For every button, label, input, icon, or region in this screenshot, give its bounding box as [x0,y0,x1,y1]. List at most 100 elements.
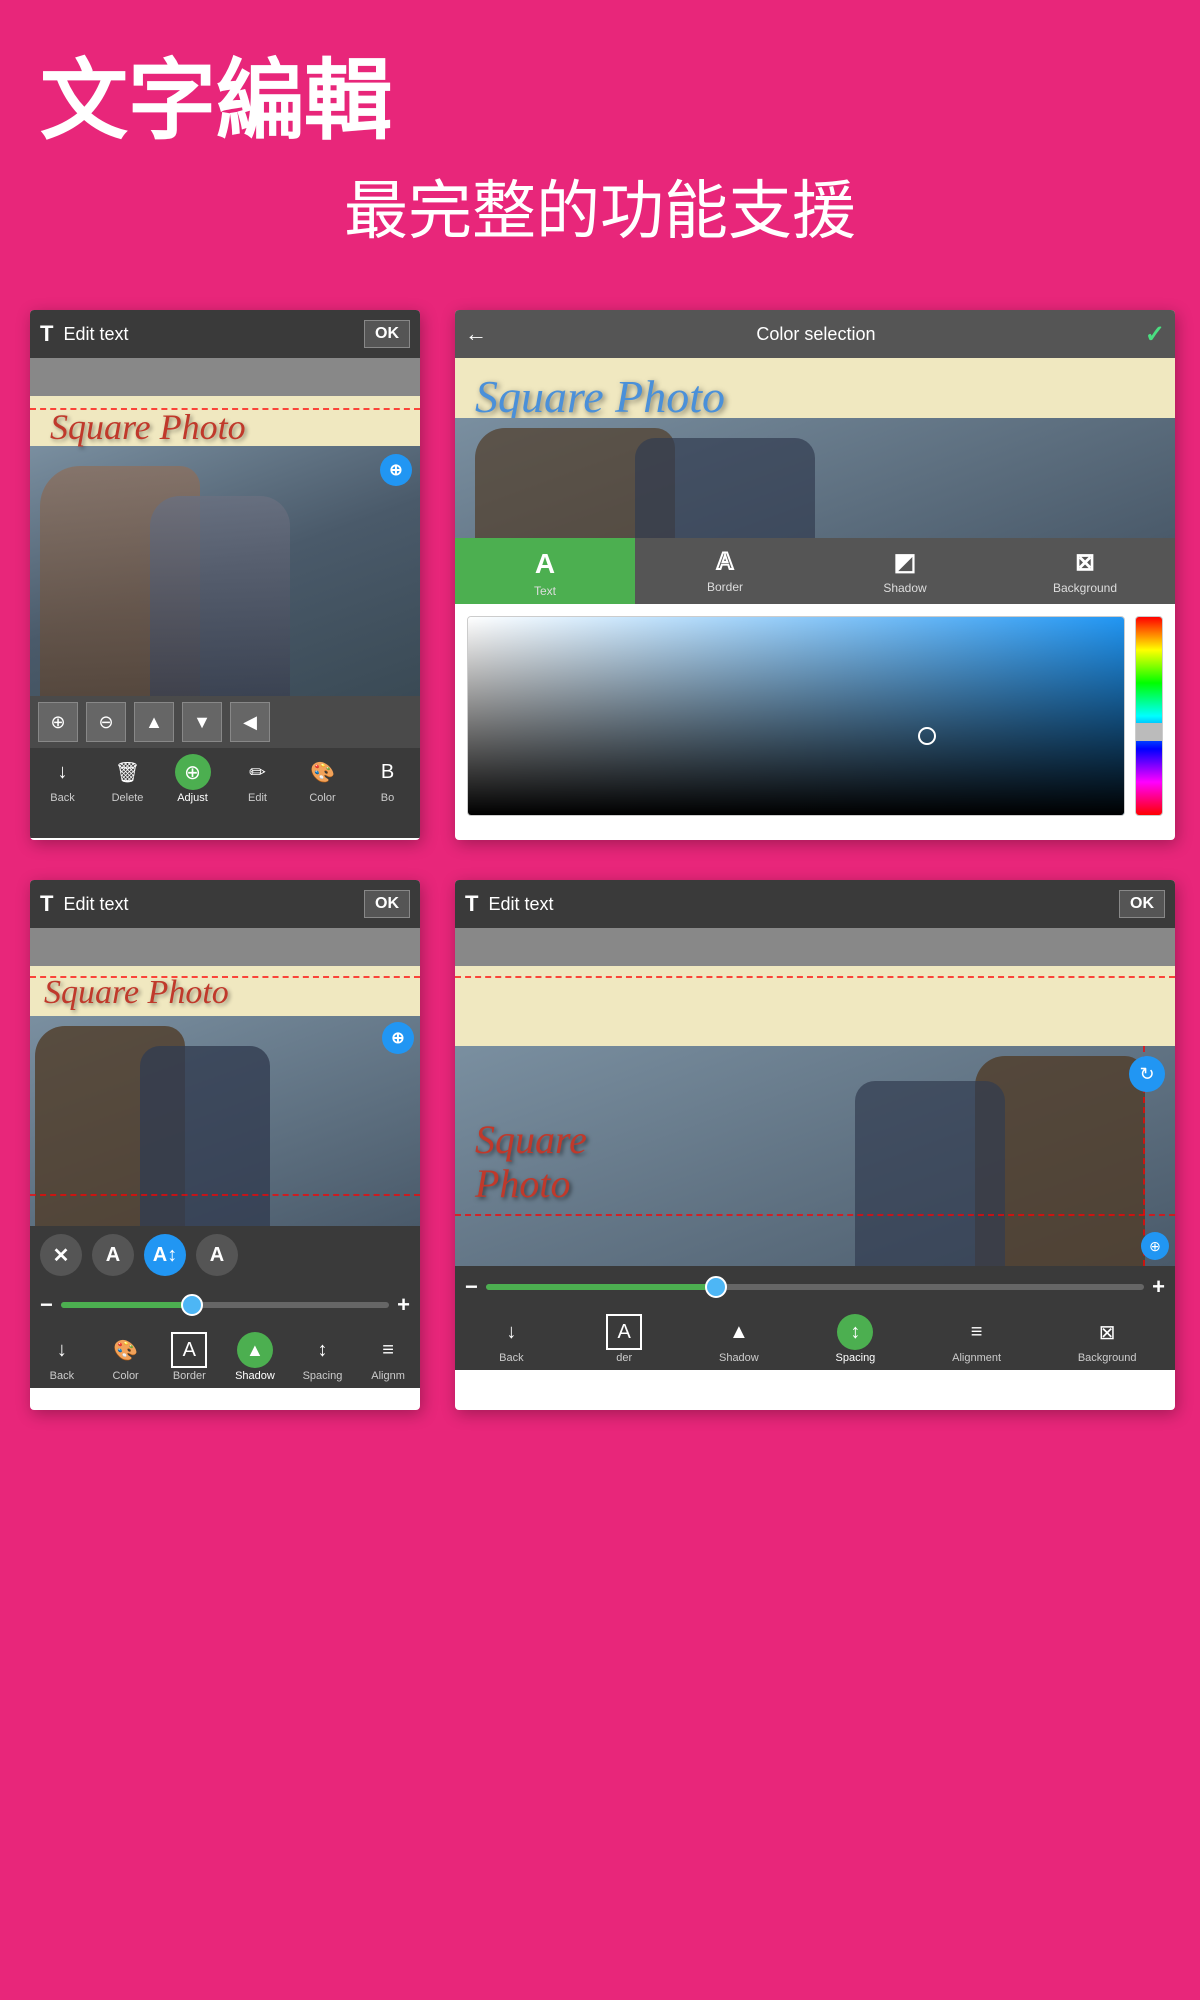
sq-photo-text-bl: Square Photo [44,974,229,1012]
toolbar-title-tl: Edit text [63,324,128,345]
panel-color-selection: ← Color selection ✓ Square Photo A Text … [455,310,1175,840]
resize-handle-tl[interactable]: ⊕ [380,454,412,486]
btn-back-tl[interactable]: ↓ Back [45,754,81,804]
photo-area-bl: Square Photo ⊕ [30,966,420,1226]
edit-toolbar-br: T Edit text OK [455,880,1175,928]
edit-toolbar-bl: T Edit text OK [30,880,420,928]
sq-photo-text-tr: Square Photo [475,370,725,423]
btn-back-bl[interactable]: ↓ Back [44,1332,80,1382]
move-up-btn[interactable]: ▲ [134,702,174,742]
photo-area-br-top [455,966,1175,1046]
color-gradient-area[interactable] [467,616,1163,816]
bottom-icons-row-br: ↓ Back A der ▲ Shadow ↕ Spacing ≡ Alignm… [455,1308,1175,1370]
panel-edit-text-bottom-left: T Edit text OK Square Photo ⊕ ✕ A A↕ A −… [30,880,420,1410]
ok-button-bl[interactable]: OK [364,890,410,918]
color-icon-tl: 🎨 [305,754,341,790]
zoom-row-tl: ⊕ ⊖ ▲ ▼ ◀ [30,696,420,748]
toolbar-left: T Edit text [40,321,128,347]
back-label-bl: Back [50,1370,74,1382]
font-btn[interactable]: A [92,1234,134,1276]
check-icon[interactable]: ✓ [1145,320,1165,349]
tab-shadow-letter: ◩ [894,548,917,577]
bottom-icons-row-bl: ↓ Back 🎨 Color A Border ▲ Shadow ↕ Spaci… [30,1326,420,1388]
hue-slider[interactable] [1135,616,1163,816]
gray-header-tl [30,358,420,396]
btn-spacing-br[interactable]: ↕ Spacing [836,1314,876,1364]
close-text-btn[interactable]: ✕ [40,1234,82,1276]
back-label-br: Back [499,1352,523,1364]
tab-shadow[interactable]: ◩ Shadow [815,538,995,604]
minus-btn-bl[interactable]: − [40,1292,53,1318]
color-icon-bl: 🎨 [108,1332,144,1368]
size-btn[interactable]: A↕ [144,1234,186,1276]
edit-icon-tl: ✏ [240,754,276,790]
photo-mock-br: ↻ ⊕ Square Photo [455,1046,1175,1266]
btn-background-br[interactable]: ⊠ Background [1078,1314,1137,1364]
zoom-out-btn[interactable]: ⊖ [86,702,126,742]
btn-color-bl[interactable]: 🎨 Color [108,1332,144,1382]
btn-border-tl[interactable]: B Bo [370,754,406,804]
resize-handle-br[interactable]: ⊕ [1141,1232,1169,1260]
resize-handle-bl[interactable]: ⊕ [382,1022,414,1054]
photo-mock-tr [455,418,1175,538]
color-tabs: A Text A Border ◩ Shadow ⊠ Background [455,538,1175,604]
text-icon-br: T [465,891,478,917]
color-saturation-box[interactable] [467,616,1125,816]
photo-area-tl: Square Photo ⊕ [30,396,420,696]
slider-thumb-br[interactable] [705,1276,727,1298]
minus-btn-br[interactable]: − [465,1274,478,1300]
btn-adjust-tl[interactable]: ⊕ Adjust [175,754,211,804]
tab-border-label: Border [707,580,743,594]
btn-edit-tl[interactable]: ✏ Edit [240,754,276,804]
toolbar-title-br: Edit text [488,894,553,915]
back-icon-tl: ↓ [45,754,81,790]
ok-button-br[interactable]: OK [1119,890,1165,918]
btn-shadow-bl[interactable]: ▲ Shadow [235,1332,275,1382]
btn-shadow-br[interactable]: ▲ Shadow [719,1314,759,1364]
move-down-btn[interactable]: ▼ [182,702,222,742]
move-left-btn[interactable]: ◀ [230,702,270,742]
text-icon-bl: T [40,891,53,917]
ok-button-tl[interactable]: OK [364,320,410,348]
color-label-tl: Color [309,792,335,804]
sat-gradient-v [468,617,1124,815]
btn-align-bl[interactable]: ≡ Alignm [370,1332,406,1382]
sq-text-line1-br: Square [475,1118,587,1162]
rotate-handle-br[interactable]: ↻ [1129,1056,1165,1092]
slider-track-bl[interactable] [61,1302,389,1308]
slider-track-br[interactable] [486,1284,1144,1290]
zoom-in-btn[interactable]: ⊕ [38,702,78,742]
photo-mock-bl: ⊕ [30,1016,420,1226]
spacing-icon-br: ↕ [837,1314,873,1350]
btn-color-tl[interactable]: 🎨 Color [305,754,341,804]
tab-text[interactable]: A Text [455,538,635,604]
der-label-br: der [616,1352,632,1364]
btn-back-br[interactable]: ↓ Back [493,1314,529,1364]
toolbar-left-bl: T Edit text [40,891,128,917]
person-tr2 [635,438,815,538]
btn-der-br[interactable]: A der [606,1314,642,1364]
plus-btn-br[interactable]: + [1152,1274,1165,1300]
tab-border[interactable]: A Border [635,538,815,604]
bottom-toolbar-tl: ↓ Back 🗑 Delete ⊕ Adjust ✏ Edit 🎨 Color … [30,748,420,838]
shadow-icon-br: ▲ [721,1314,757,1350]
style-btn[interactable]: A [196,1234,238,1276]
tab-background[interactable]: ⊠ Background [995,538,1175,604]
btn-delete-tl[interactable]: 🗑 Delete [110,754,146,804]
toolbar-title-bl: Edit text [63,894,128,915]
btn-alignment-br[interactable]: ≡ Alignment [952,1314,1001,1364]
hue-thumb[interactable] [1135,723,1163,741]
delete-icon-tl: 🗑 [110,754,146,790]
adjust-label-tl: Adjust [177,792,208,804]
btn-border-bl[interactable]: A Border [171,1332,207,1382]
photo-mock-tl: ⊕ [30,446,420,696]
spacing-icon-bl: ↕ [304,1332,340,1368]
btn-spacing-bl[interactable]: ↕ Spacing [303,1332,343,1382]
plus-btn-bl[interactable]: + [397,1292,410,1318]
back-arrow-icon[interactable]: ← [465,321,487,347]
crosshair[interactable] [918,727,936,745]
border-icon-bl: A [171,1332,207,1368]
der-icon-br: A [606,1314,642,1350]
page-subtitle: 最完整的功能支援 [40,160,1160,252]
slider-thumb-bl[interactable] [181,1294,203,1316]
